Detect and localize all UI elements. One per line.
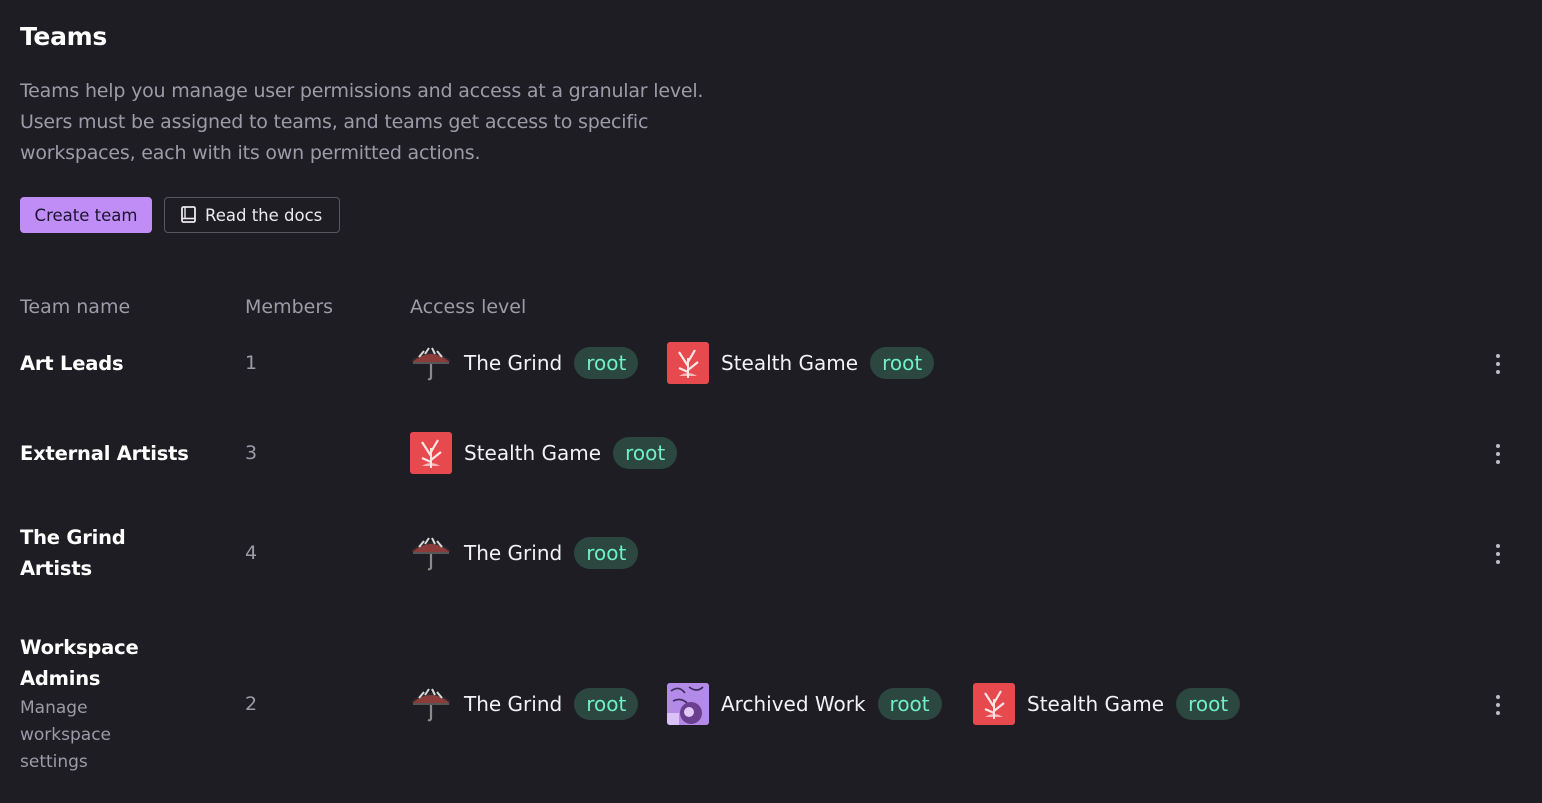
- abstract-art-icon: [667, 683, 709, 725]
- description-line: workspaces, each with its own permitted …: [20, 142, 481, 164]
- description-line: Teams help you manage user permissions a…: [20, 80, 704, 102]
- plant-icon: [410, 432, 452, 474]
- kebab-dot: [1496, 703, 1500, 707]
- workspace-name: Stealth Game: [721, 351, 859, 375]
- row-menu-button[interactable]: [1486, 349, 1510, 379]
- workspace-name: Stealth Game: [464, 441, 602, 465]
- access-entry: The Grind root: [410, 683, 639, 725]
- teams-page: Teams Teams help you manage user permiss…: [0, 0, 1542, 803]
- umbrella-icon: [410, 532, 452, 574]
- row-menu-button[interactable]: [1486, 539, 1510, 569]
- team-name[interactable]: The Grind Artists: [20, 522, 126, 584]
- team-name-line: Art Leads: [20, 352, 124, 375]
- column-header-team-name: Team name: [20, 296, 131, 318]
- column-header-members: Members: [245, 296, 334, 318]
- access-level-badge: root: [870, 347, 935, 379]
- kebab-dot: [1496, 552, 1500, 556]
- workspace-name: Archived Work: [721, 692, 866, 716]
- member-count: 2: [245, 693, 258, 715]
- umbrella-icon: [410, 683, 452, 725]
- kebab-dot: [1496, 370, 1500, 374]
- member-count: 1: [245, 352, 258, 374]
- page-title: Teams: [20, 22, 107, 51]
- team-description-line: settings: [20, 752, 88, 772]
- team-name-line: Admins: [20, 667, 101, 690]
- access-entry: The Grind root: [410, 532, 639, 574]
- plant-icon: [667, 342, 709, 384]
- team-description: Manage workspace settings: [20, 695, 111, 776]
- workspace-name: The Grind: [464, 351, 563, 375]
- access-entry: The Grind root: [410, 342, 639, 384]
- team-description-line: Manage: [20, 698, 88, 718]
- access-level-badge: root: [574, 347, 639, 379]
- row-menu-button[interactable]: [1486, 439, 1510, 469]
- kebab-dot: [1496, 452, 1500, 456]
- kebab-dot: [1496, 695, 1500, 699]
- kebab-dot: [1496, 544, 1500, 548]
- kebab-dot: [1496, 354, 1500, 358]
- description-line: Users must be assigned to teams, and tea…: [20, 111, 649, 133]
- kebab-dot: [1496, 362, 1500, 366]
- team-name-line: Workspace: [20, 636, 139, 659]
- column-header-access-level: Access level: [410, 296, 527, 318]
- kebab-dot: [1496, 711, 1500, 715]
- row-menu-button[interactable]: [1486, 690, 1510, 720]
- kebab-dot: [1496, 460, 1500, 464]
- book-icon: [181, 206, 196, 223]
- access-level-badge: root: [574, 688, 639, 720]
- team-name-line: Artists: [20, 557, 92, 580]
- access-entry: Stealth Game root: [410, 432, 678, 474]
- member-count: 4: [245, 542, 258, 564]
- team-name-line: External Artists: [20, 442, 189, 465]
- workspace-name: The Grind: [464, 541, 563, 565]
- read-docs-button[interactable]: Read the docs: [164, 197, 340, 233]
- access-entry: Stealth Game root: [973, 683, 1241, 725]
- workspace-name: Stealth Game: [1027, 692, 1165, 716]
- access-level-badge: root: [574, 537, 639, 569]
- access-level-badge: root: [1176, 688, 1241, 720]
- access-level-badge: root: [613, 437, 678, 469]
- kebab-dot: [1496, 444, 1500, 448]
- page-description: Teams help you manage user permissions a…: [20, 76, 780, 169]
- workspace-name: The Grind: [464, 692, 563, 716]
- member-count: 3: [245, 442, 258, 464]
- team-name-line: The Grind: [20, 526, 126, 549]
- team-name[interactable]: Workspace Admins: [20, 632, 139, 694]
- team-description-line: workspace: [20, 725, 112, 745]
- umbrella-icon: [410, 342, 452, 384]
- access-level-badge: root: [877, 688, 942, 720]
- team-name[interactable]: Art Leads: [20, 348, 124, 379]
- kebab-dot: [1496, 560, 1500, 564]
- access-entry: Stealth Game root: [667, 342, 935, 384]
- read-docs-label: Read the docs: [205, 205, 323, 225]
- team-name[interactable]: External Artists: [20, 438, 189, 469]
- create-team-button[interactable]: Create team: [20, 197, 152, 233]
- access-entry: Archived Work root: [667, 683, 942, 725]
- plant-icon: [973, 683, 1015, 725]
